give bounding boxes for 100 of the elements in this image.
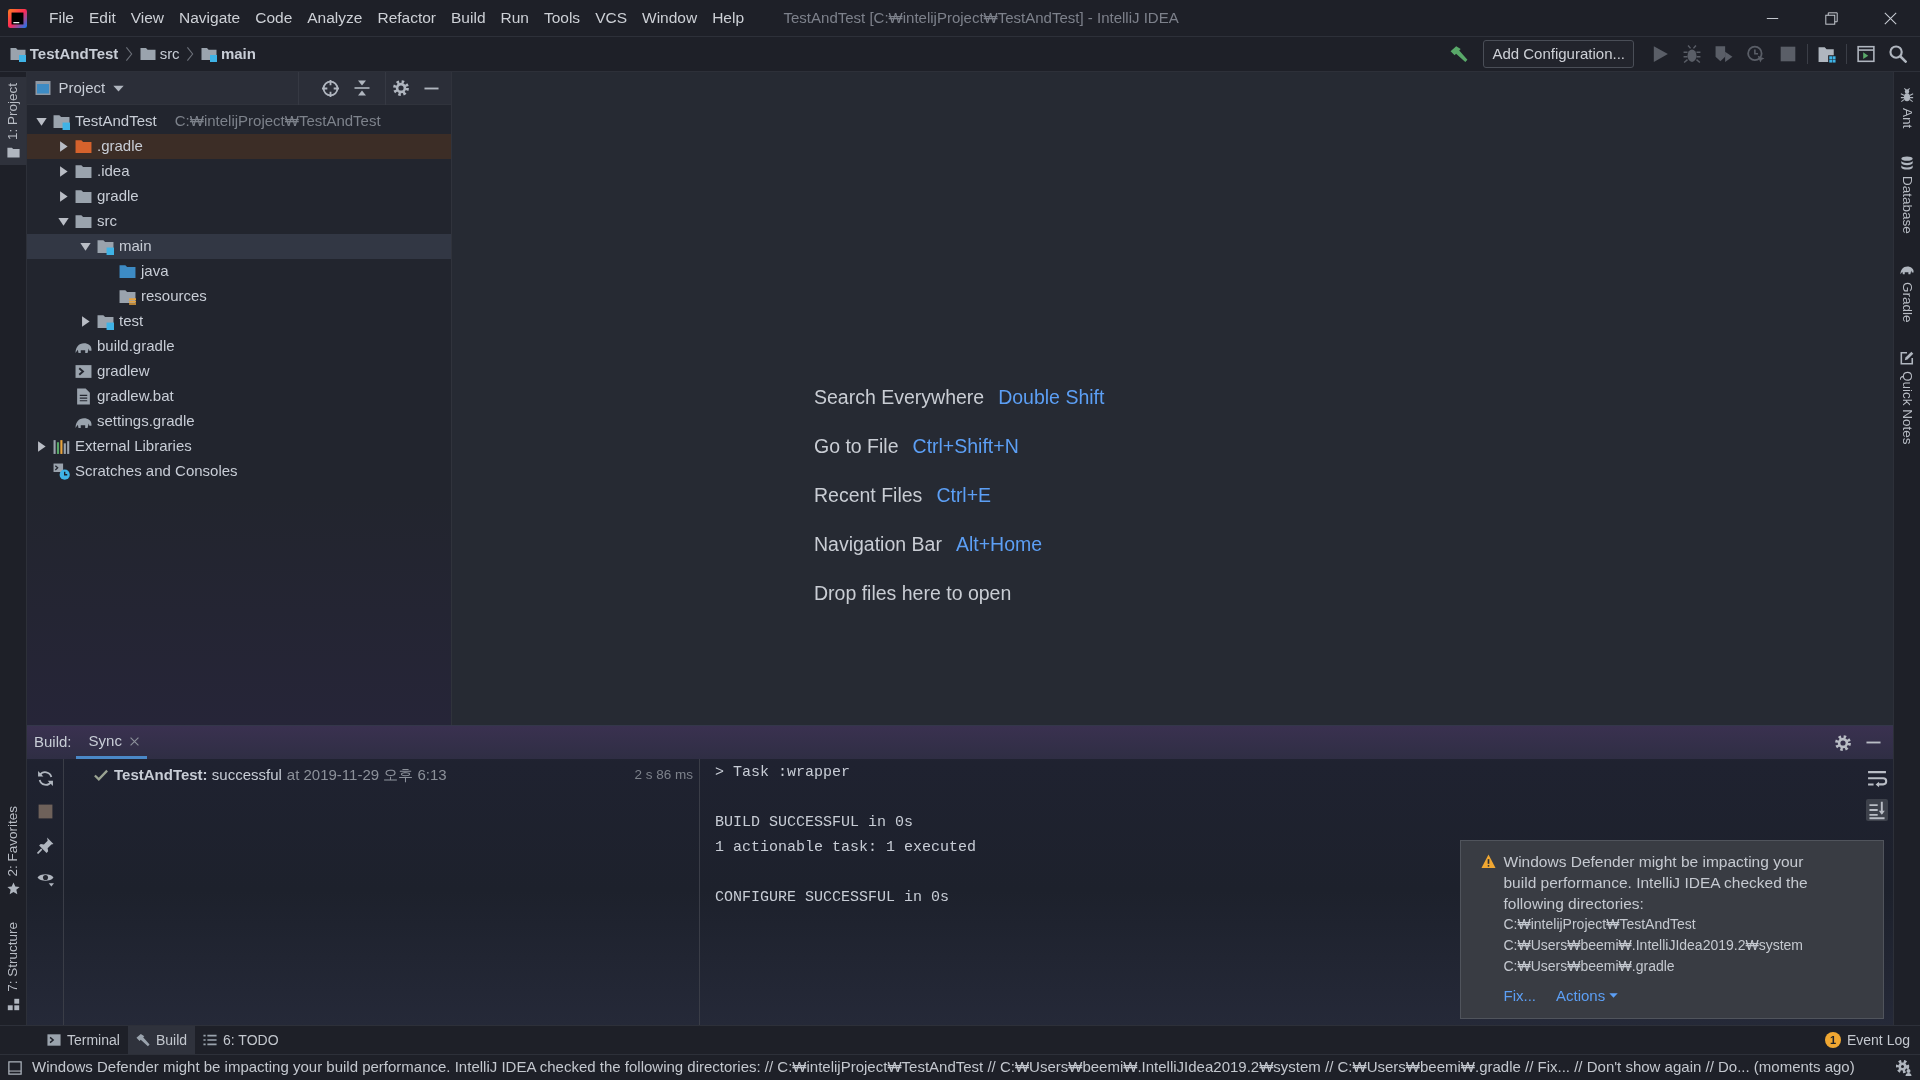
menu-item[interactable]: Run [493, 6, 537, 30]
caret-right-icon[interactable] [57, 190, 69, 202]
source-folder-icon [119, 262, 136, 280]
menu-item[interactable]: Code [247, 6, 300, 30]
tree-item[interactable]: Scratches and Consoles [27, 458, 451, 484]
tool-window-tab[interactable]: 7: Structure [0, 916, 26, 1017]
breadcrumb[interactable]: TestAndTest [10, 42, 119, 66]
pin-icon[interactable] [36, 836, 54, 854]
caret-right-icon[interactable] [57, 165, 69, 177]
scroll-to-end-icon[interactable] [1865, 799, 1888, 821]
tree-item[interactable]: main [27, 233, 451, 259]
tool-window-tab[interactable]: Terminal [39, 1026, 128, 1054]
notification-message: Windows Defender might be impacting your build performance. IntelliJ IDEA checked the following directories: [1503, 852, 1809, 914]
tool-window-tab[interactable]: Ant [1894, 82, 1920, 135]
tool-window-tab[interactable]: 6: TODO [195, 1026, 287, 1054]
tree-item[interactable]: java [27, 258, 451, 284]
tree-item[interactable]: test [27, 308, 451, 334]
shortcut-text: Ctrl+E [936, 482, 992, 508]
module-folder-icon [201, 46, 218, 62]
tree-item[interactable]: gradlew [27, 358, 451, 384]
menu-item[interactable]: View [123, 6, 172, 30]
hammer-icon [135, 1033, 150, 1047]
settings-icon[interactable] [1835, 734, 1852, 751]
tree-item[interactable]: src [27, 208, 451, 234]
window-play-icon[interactable] [1857, 45, 1875, 63]
caret-right-icon[interactable] [79, 315, 91, 327]
window-icon [35, 80, 51, 96]
directory-path: C:₩Users₩beemi₩.IntelliJIdea2019.2₩system [1503, 936, 1805, 955]
settings-icon[interactable] [393, 80, 410, 96]
tree-item[interactable]: .idea [27, 158, 451, 184]
event-log-button[interactable]: 1 Event Log [1824, 1029, 1910, 1051]
shortcut-text: Alt+Home [955, 531, 1043, 557]
project-path: C:₩intelijProject₩TestAndTest [174, 111, 381, 131]
folder-icon [75, 162, 92, 180]
restore-icon[interactable] [1825, 11, 1838, 25]
tree-item[interactable]: .gradle [27, 133, 451, 159]
tab[interactable]: Sync [75, 726, 147, 759]
collapse-all-icon[interactable] [353, 80, 370, 96]
tool-window-tab[interactable]: Gradle [1894, 256, 1920, 329]
notification-link[interactable]: Fix... [1503, 984, 1536, 1006]
module-folder-icon [97, 237, 114, 255]
shortcut-text: Ctrl+Shift+N [912, 433, 1019, 459]
folder-icon [6, 146, 20, 160]
notification-count-badge: 1 [1824, 1032, 1841, 1048]
tree-item[interactable]: External Libraries [27, 433, 451, 459]
tree-item[interactable]: gradle [27, 183, 451, 209]
console-line: > Task :wrapper [715, 763, 851, 783]
module-folder-icon [97, 312, 114, 330]
add-configuration-button[interactable]: Add Configuration... [1483, 39, 1634, 69]
search-icon[interactable] [1889, 45, 1907, 63]
caret-down-icon[interactable] [79, 240, 91, 252]
hint-label: Go to File [814, 433, 899, 459]
hint-label: Drop files here to open [814, 580, 1012, 606]
database-icon [1900, 156, 1914, 171]
menu-item[interactable]: Analyze [299, 6, 370, 30]
menu-item[interactable]: Edit [81, 6, 124, 30]
folder-grid-icon[interactable] [1818, 45, 1836, 63]
caret-down-icon[interactable] [57, 215, 69, 227]
breadcrumb[interactable]: src [139, 42, 180, 66]
refresh-icon[interactable] [36, 769, 54, 787]
wrap-lines-icon[interactable] [1865, 768, 1888, 790]
menu-item[interactable]: Help [704, 6, 752, 30]
menu-item[interactable]: Tools [536, 6, 588, 30]
hammer-icon[interactable] [1450, 45, 1469, 63]
tool-window-tab[interactable]: 1: Project [0, 77, 26, 166]
caret-right-icon[interactable] [57, 140, 69, 152]
tree-item[interactable]: build.gradle [27, 333, 451, 359]
menu-item[interactable]: File [41, 6, 82, 30]
tool-window-tab[interactable]: 2: Favorites [0, 799, 26, 902]
crosshair-icon[interactable] [321, 79, 339, 97]
tree-item[interactable]: settings.gradle [27, 408, 451, 434]
breadcrumb[interactable]: main [201, 42, 256, 66]
square-icon[interactable] [8, 1060, 22, 1075]
console-clock-icon [53, 462, 70, 480]
hint-label: Navigation Bar [814, 531, 942, 557]
module-folder-icon [53, 112, 70, 130]
view-selector[interactable]: Project [35, 76, 124, 100]
caret-right-icon[interactable] [35, 440, 47, 452]
list-icon [203, 1033, 218, 1047]
console-line: 1 actionable task: 1 executed [715, 838, 977, 858]
close-icon[interactable] [129, 736, 139, 746]
menu-item[interactable]: Window [634, 6, 705, 30]
menu-item[interactable]: Build [443, 6, 493, 30]
star-icon [6, 882, 20, 896]
tree-item[interactable]: TestAndTest C:₩intelijProject₩TestAndTest [27, 108, 451, 134]
menu-item[interactable]: Navigate [171, 6, 248, 30]
gear-person-icon[interactable] [1896, 1059, 1912, 1076]
tree-item[interactable]: gradlew.bat [27, 383, 451, 409]
notification-link[interactable]: Actions [1556, 984, 1619, 1006]
tool-window-tab[interactable]: Database [1894, 150, 1920, 241]
tool-window-tab[interactable]: Quick Notes [1894, 344, 1920, 451]
window-title: TestAndTest [C:₩intelijProject₩TestAndTest] - IntelliJ IDEA [783, 7, 1179, 28]
close-icon[interactable] [1884, 11, 1897, 25]
tool-window-tab[interactable]: Build [127, 1026, 196, 1054]
tree-item[interactable]: resources [27, 283, 451, 309]
menu-item[interactable]: Refactor [369, 6, 444, 30]
hint-label: Recent Files [814, 482, 923, 508]
caret-down-icon[interactable] [35, 115, 47, 127]
shortcut-text: Double Shift [998, 384, 1105, 410]
menu-item[interactable]: VCS [587, 6, 635, 30]
